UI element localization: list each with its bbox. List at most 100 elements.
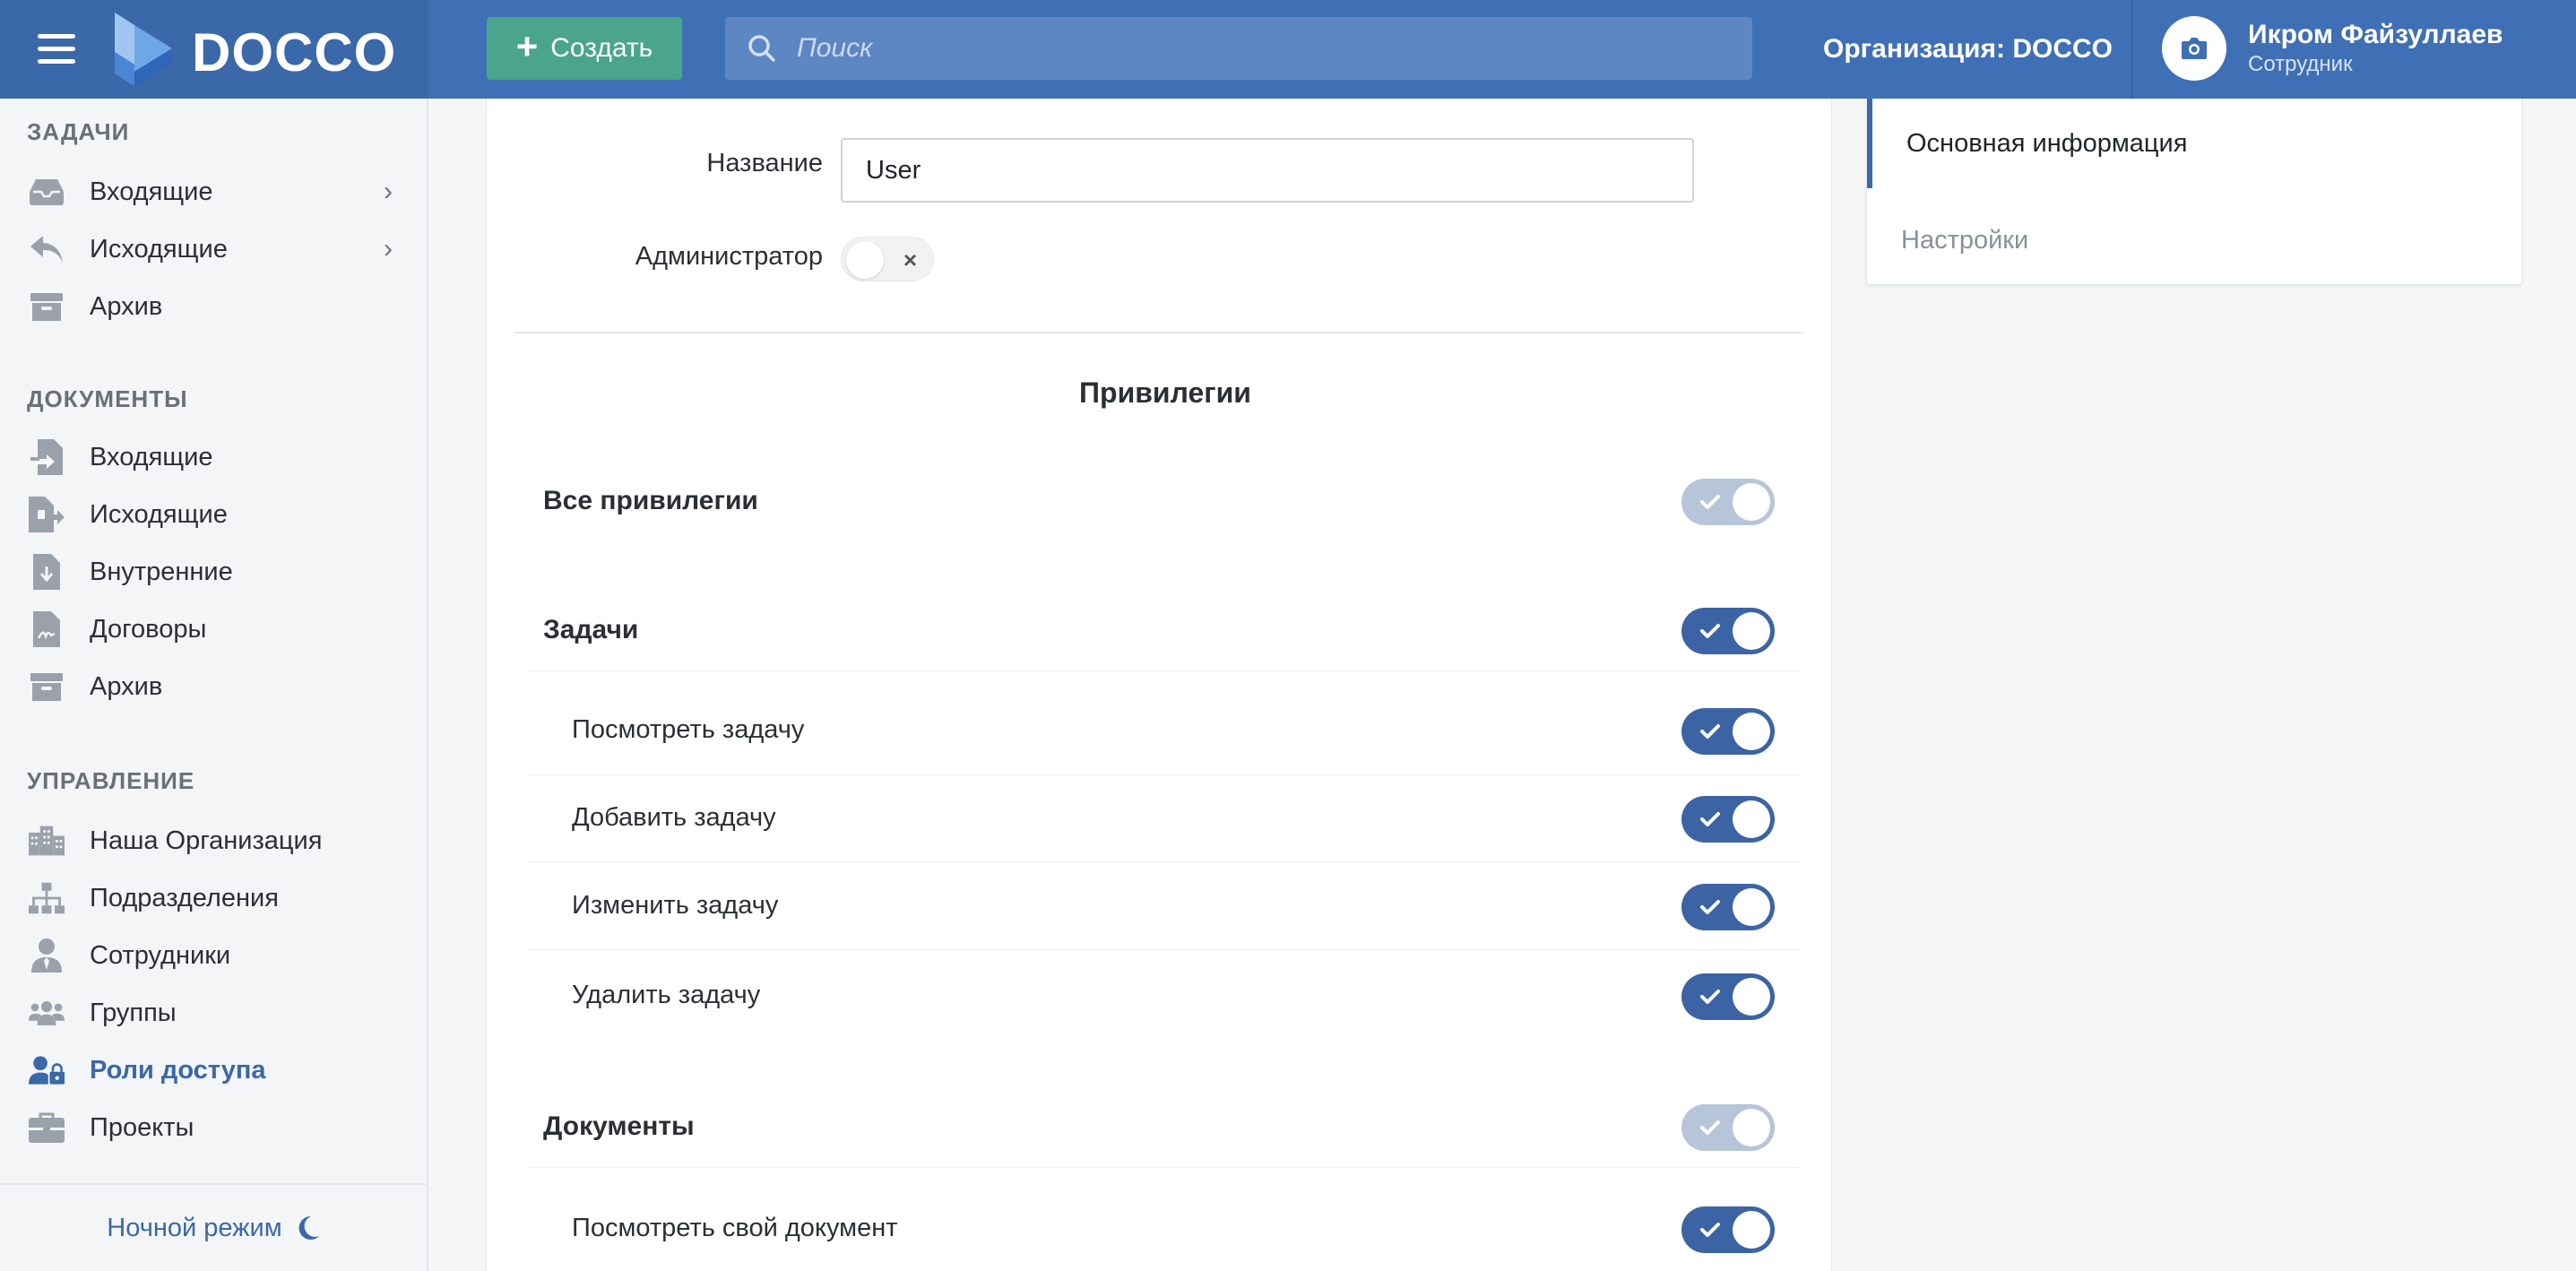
camera-icon bbox=[2182, 38, 2207, 59]
tasks-group-toggle[interactable] bbox=[1681, 608, 1775, 654]
top-bar: DOCCO + Создать Организация: DOCCO Икром… bbox=[0, 0, 2576, 99]
create-button[interactable]: + Создать bbox=[487, 17, 682, 80]
close-icon: × bbox=[903, 246, 917, 273]
chevron-right-icon: › bbox=[384, 177, 393, 206]
night-mode-label: Ночной режим bbox=[107, 1213, 282, 1242]
sidebar-item-departments[interactable]: Подразделения bbox=[0, 873, 427, 923]
sidebar-item-projects[interactable]: Проекты bbox=[0, 1102, 427, 1153]
privilege-label: Удалить задачу bbox=[572, 981, 761, 1009]
toggle-knob bbox=[1733, 888, 1770, 926]
sidebar-item-groups[interactable]: Группы bbox=[0, 988, 427, 1038]
reply-icon bbox=[29, 231, 65, 267]
user-name[interactable]: Икром Файзуллаев bbox=[2248, 20, 2503, 50]
check-icon bbox=[1700, 1120, 1720, 1135]
user-lock-icon bbox=[29, 1052, 65, 1088]
view-own-document-toggle[interactable] bbox=[1681, 1206, 1775, 1253]
inbox-icon bbox=[29, 174, 65, 210]
archive-icon bbox=[29, 669, 65, 705]
sidebar-item-organization[interactable]: Наша Организация bbox=[0, 816, 427, 866]
organization-label: Организация: DOCCO bbox=[1823, 34, 2113, 64]
menu-icon[interactable] bbox=[38, 34, 77, 65]
user-role: Сотрудник bbox=[2248, 52, 2353, 76]
sidebar-item-docs-contracts[interactable]: Договоры bbox=[0, 604, 427, 654]
privilege-label: Изменить задачу bbox=[572, 891, 779, 920]
privilege-row-view-task: Посмотреть задачу bbox=[527, 674, 1800, 775]
tab-settings[interactable]: Настройки bbox=[1867, 195, 2521, 285]
search-input[interactable] bbox=[797, 33, 1693, 64]
name-field-label: Название bbox=[706, 149, 823, 177]
privilege-row-delete-task: Удалить задачу bbox=[527, 938, 1800, 1025]
edit-task-toggle[interactable] bbox=[1681, 884, 1775, 930]
check-icon bbox=[1700, 812, 1720, 826]
sidebar-item-label: Архив bbox=[90, 291, 163, 321]
search-bar[interactable] bbox=[725, 17, 1752, 80]
tab-basic-info[interactable]: Основная информация bbox=[1867, 99, 2521, 188]
sidebar-item-access-roles[interactable]: Роли доступа bbox=[0, 1045, 427, 1095]
section-nav-panel: Основная информация Настройки bbox=[1866, 99, 2522, 285]
sidebar-item-tasks-inbox[interactable]: Входящие › bbox=[0, 167, 427, 217]
privilege-label: Посмотреть задачу bbox=[572, 715, 805, 744]
toggle-knob bbox=[1733, 483, 1770, 521]
user-tie-icon bbox=[29, 938, 65, 973]
sidebar: ЗАДАЧИ Входящие › Исходящие › Архив ДОКУ… bbox=[0, 99, 428, 1271]
privileges-title: Привилегии bbox=[1079, 376, 1251, 409]
sidebar-item-label: Внутренние bbox=[90, 557, 233, 586]
management-section-title: УПРАВЛЕНИЕ bbox=[27, 767, 195, 794]
chevron-right-icon: › bbox=[384, 234, 393, 264]
privilege-label: Задачи bbox=[543, 615, 639, 644]
avatar[interactable] bbox=[2162, 16, 2226, 81]
file-download-icon bbox=[29, 554, 65, 590]
moon-icon bbox=[298, 1215, 319, 1240]
toggle-knob bbox=[846, 241, 884, 279]
privilege-label: Документы bbox=[543, 1111, 695, 1141]
privilege-group-documents: Документы bbox=[527, 1092, 1800, 1168]
sidebar-item-employees[interactable]: Сотрудники bbox=[0, 930, 427, 981]
night-mode-toggle[interactable]: Ночной режим bbox=[0, 1183, 427, 1271]
admin-toggle[interactable]: × bbox=[841, 237, 934, 281]
sidebar-item-docs-inbox[interactable]: Входящие bbox=[0, 432, 427, 482]
documents-section-title: ДОКУМЕНТЫ bbox=[27, 385, 188, 412]
check-icon bbox=[1700, 900, 1720, 914]
toggle-knob bbox=[1733, 1211, 1770, 1249]
view-task-toggle[interactable] bbox=[1681, 708, 1775, 755]
sidebar-item-docs-archive[interactable]: Архив bbox=[0, 661, 427, 712]
sidebar-item-label: Исходящие bbox=[90, 234, 228, 264]
sidebar-item-label: Сотрудники bbox=[90, 940, 231, 970]
users-icon bbox=[29, 995, 65, 1031]
docco-logo-icon bbox=[115, 13, 172, 86]
plus-icon: + bbox=[515, 25, 539, 67]
documents-group-toggle[interactable] bbox=[1681, 1104, 1775, 1151]
privilege-row-view-own-document: Посмотреть свой документ bbox=[527, 1167, 1800, 1255]
sidebar-item-label: Договоры bbox=[90, 614, 207, 644]
add-task-toggle[interactable] bbox=[1681, 796, 1775, 843]
sidebar-item-label: Входящие bbox=[90, 442, 213, 471]
sidebar-item-tasks-archive[interactable]: Архив bbox=[0, 281, 427, 332]
sidebar-item-label: Группы bbox=[90, 998, 177, 1027]
check-icon bbox=[1700, 495, 1720, 509]
sidebar-item-docs-outgoing[interactable]: Исходящие bbox=[0, 489, 427, 540]
section-divider bbox=[514, 332, 1803, 333]
privilege-row-edit-task: Изменить задачу bbox=[527, 850, 1800, 950]
sidebar-item-label: Исходящие bbox=[90, 499, 228, 529]
file-signature-icon bbox=[29, 611, 65, 647]
sidebar-item-label: Архив bbox=[90, 671, 163, 701]
check-icon bbox=[1700, 624, 1720, 638]
header-divider bbox=[2131, 0, 2133, 99]
check-icon bbox=[1700, 1223, 1720, 1237]
brand-name: DOCCO bbox=[192, 22, 397, 82]
delete-task-toggle[interactable] bbox=[1681, 973, 1775, 1020]
archive-icon bbox=[29, 289, 65, 324]
toggle-knob bbox=[1733, 612, 1770, 650]
sidebar-item-docs-internal[interactable]: Внутренние bbox=[0, 547, 427, 597]
toggle-knob bbox=[1733, 1109, 1770, 1146]
privilege-label: Все привилегии bbox=[543, 486, 758, 515]
sidebar-item-label: Входящие bbox=[90, 177, 213, 206]
row-divider bbox=[527, 670, 1800, 671]
privilege-label: Добавить задачу bbox=[572, 803, 776, 832]
name-field[interactable] bbox=[841, 138, 1694, 203]
sidebar-item-label: Проекты bbox=[90, 1112, 194, 1142]
privilege-row-add-task: Добавить задачу bbox=[527, 762, 1800, 862]
sidebar-item-tasks-outgoing[interactable]: Исходящие › bbox=[0, 224, 427, 274]
check-icon bbox=[1700, 724, 1720, 739]
all-privileges-toggle[interactable] bbox=[1681, 479, 1775, 525]
